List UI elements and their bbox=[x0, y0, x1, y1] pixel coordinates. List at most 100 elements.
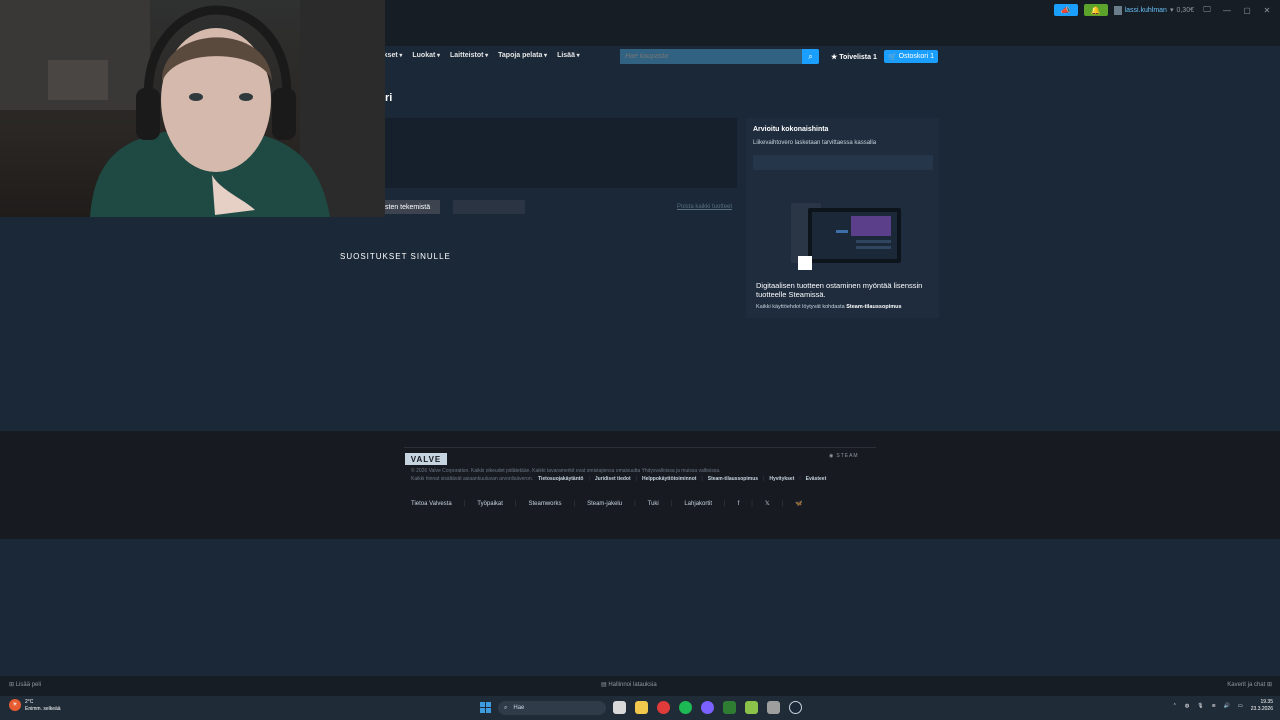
taskbar-search-placeholder: Hae bbox=[513, 705, 525, 711]
cart-count: 1 bbox=[930, 53, 935, 60]
continue-shopping-button[interactable]: sten tekemistä bbox=[385, 200, 440, 214]
titlebar-controls: 📣 🔔 lassi.kuhlman ▾ 0,30€ 🖵 — ▢ ✕ bbox=[1053, 3, 1274, 17]
footer-link-refunds[interactable]: Hyvitykset bbox=[769, 476, 794, 482]
divider: | bbox=[514, 500, 517, 507]
clock[interactable]: 19.35 23.3.2026 bbox=[1251, 699, 1273, 713]
weather-desc: Enimm. selkeää bbox=[25, 706, 61, 712]
volume-icon[interactable]: 🔊 bbox=[1224, 703, 1230, 709]
valve-logo[interactable]: VALVE bbox=[405, 453, 447, 465]
nvidia-icon[interactable] bbox=[745, 701, 758, 714]
minimize-button[interactable]: — bbox=[1220, 6, 1234, 15]
windows-start-icon[interactable] bbox=[480, 702, 491, 713]
windows-taskbar: ☀ 2°C Enimm. selkeää ⌕ Hae ⌃ ◍ 🎙 ≋ 🔊 ▭ 1… bbox=[0, 696, 1280, 720]
downloads-label: Hallinnoi latauksia bbox=[608, 682, 657, 688]
add-game-button[interactable]: ⊞ Lisää peli bbox=[9, 681, 41, 688]
nav-hardware[interactable]: Laitteistot bbox=[450, 52, 488, 59]
username: lassi.kuhlman bbox=[1124, 6, 1167, 14]
footer-link-jobs[interactable]: Työpaikat bbox=[477, 501, 503, 507]
wishlist-label: Toivelista bbox=[839, 54, 872, 61]
notifications-bell-icon[interactable]: 🔔 bbox=[1083, 4, 1108, 16]
recommendations-heading: SUOSITUKSET SINULLE bbox=[340, 252, 451, 261]
nav-ways-to-play[interactable]: Tapoja pelata bbox=[498, 52, 547, 59]
divider: | bbox=[588, 476, 590, 482]
footer-link-ssa[interactable]: Steam-tilaussopimus bbox=[708, 476, 758, 482]
remove-all-link[interactable]: Poista kaikki tuotteet bbox=[677, 204, 732, 210]
footer-link-distribution[interactable]: Steam-jakelu bbox=[587, 501, 622, 507]
steam-logo[interactable]: ◉ STEAM bbox=[829, 453, 859, 459]
facebook-icon[interactable]: f bbox=[738, 501, 740, 507]
plus-icon: ⊞ bbox=[9, 682, 15, 688]
browser-icon[interactable] bbox=[657, 701, 670, 714]
footer-divider bbox=[404, 447, 876, 448]
nav-more[interactable]: Lisää bbox=[557, 52, 580, 59]
footer-link-about-valve[interactable]: Tietoa Valvesta bbox=[411, 501, 452, 507]
divider: | bbox=[635, 476, 637, 482]
search-icon: ⌕ bbox=[504, 704, 508, 711]
divider: | bbox=[670, 500, 673, 507]
search-input[interactable] bbox=[620, 49, 802, 64]
webcam-overlay bbox=[0, 0, 385, 217]
wishlist-count: 1 bbox=[872, 54, 877, 61]
footer-link-privacy[interactable]: Tietosuojakäytäntö bbox=[538, 476, 583, 482]
page-title: ri bbox=[385, 92, 393, 104]
file-explorer-icon[interactable] bbox=[635, 701, 648, 714]
search-icon[interactable]: ⌕ bbox=[802, 49, 819, 64]
footer-link-steamworks[interactable]: Steamworks bbox=[529, 501, 562, 507]
taskbar-apps bbox=[613, 701, 802, 714]
megaphone-icon[interactable]: 📣 bbox=[1053, 4, 1078, 16]
weather-icon: ☀ bbox=[9, 699, 21, 711]
discord-icon[interactable] bbox=[701, 701, 714, 714]
bluesky-icon[interactable]: 🦋 bbox=[795, 500, 802, 507]
estimated-total-title: Arvioitu kokonaishinta bbox=[753, 126, 829, 133]
avatar bbox=[1113, 5, 1122, 15]
star-icon: ★ bbox=[831, 54, 838, 61]
maximize-button[interactable]: ▢ bbox=[1240, 6, 1254, 15]
x-icon[interactable]: 𝕏 bbox=[765, 500, 770, 507]
settings-app-icon[interactable] bbox=[767, 701, 780, 714]
big-picture-icon[interactable]: 🖵 bbox=[1200, 5, 1214, 15]
app-icon[interactable] bbox=[723, 701, 736, 714]
network-icon[interactable]: ◍ bbox=[1185, 703, 1189, 709]
weather-widget[interactable]: ☀ 2°C Enimm. selkeää bbox=[9, 699, 61, 713]
download-icon: ▤ bbox=[601, 682, 607, 688]
task-view-icon[interactable] bbox=[613, 701, 626, 714]
user-menu[interactable]: lassi.kuhlman ▾ 0,30€ bbox=[1113, 5, 1194, 15]
time: 19.35 bbox=[1260, 699, 1273, 705]
add-game-label: Lisää peli bbox=[15, 682, 42, 688]
footer-link-cookies[interactable]: Evästeet bbox=[806, 476, 827, 482]
footer-link-legal[interactable]: Juridiset tiedot bbox=[595, 476, 631, 482]
friends-chat-button[interactable]: Kaverit ja chat ⊞ bbox=[1227, 681, 1272, 688]
steam-wordmark: STEAM bbox=[836, 453, 859, 459]
nav-categories[interactable]: Luokat bbox=[412, 52, 440, 59]
terms-link[interactable]: Steam-tilaussopimus bbox=[846, 304, 901, 310]
system-tray: ⌃ ◍ 🎙 ≋ 🔊 ▭ 19.35 23.3.2026 bbox=[1173, 699, 1273, 713]
divider: | bbox=[781, 500, 784, 507]
friends-label: Kaverit ja chat bbox=[1227, 682, 1266, 688]
battery-icon[interactable]: ▭ bbox=[1238, 703, 1243, 709]
footer-link-gift-cards[interactable]: Lahjakortit bbox=[684, 501, 712, 507]
divider: | bbox=[463, 500, 466, 507]
divider: | bbox=[634, 500, 636, 507]
disabled-action-button bbox=[453, 200, 525, 214]
steam-icon: ◉ bbox=[829, 453, 835, 459]
wallet-balance: 0,30€ bbox=[1176, 6, 1194, 14]
footer-link-accessibility[interactable]: Helppokäyttötoiminnot bbox=[642, 476, 696, 482]
taskbar-search[interactable]: ⌕ Hae bbox=[498, 701, 606, 715]
downloads-button[interactable]: ▤ Hallinnoi latauksia bbox=[601, 681, 657, 688]
divider: | bbox=[701, 476, 703, 482]
chevron-down-icon: ▾ bbox=[1169, 7, 1174, 14]
spotify-icon[interactable] bbox=[679, 701, 692, 714]
microphone-icon[interactable]: 🎙 bbox=[1197, 703, 1203, 709]
wishlist-link[interactable]: ★ Toivelista 1 bbox=[831, 53, 877, 61]
steam-app-icon[interactable] bbox=[789, 701, 802, 714]
checkout-button bbox=[753, 155, 933, 170]
footer-link-support[interactable]: Tuki bbox=[648, 501, 659, 507]
chevron-up-icon[interactable]: ⌃ bbox=[1173, 703, 1177, 709]
close-button[interactable]: ✕ bbox=[1260, 6, 1274, 15]
cart-button[interactable]: 🛒 Ostoskori 1 bbox=[884, 50, 938, 63]
license-note: Digitaalisen tuotteen ostaminen myöntää … bbox=[756, 281, 923, 299]
divider: | bbox=[751, 500, 753, 507]
webcam-person-image bbox=[0, 0, 385, 217]
cart-items-panel bbox=[385, 118, 737, 188]
wifi-icon[interactable]: ≋ bbox=[1212, 703, 1216, 709]
